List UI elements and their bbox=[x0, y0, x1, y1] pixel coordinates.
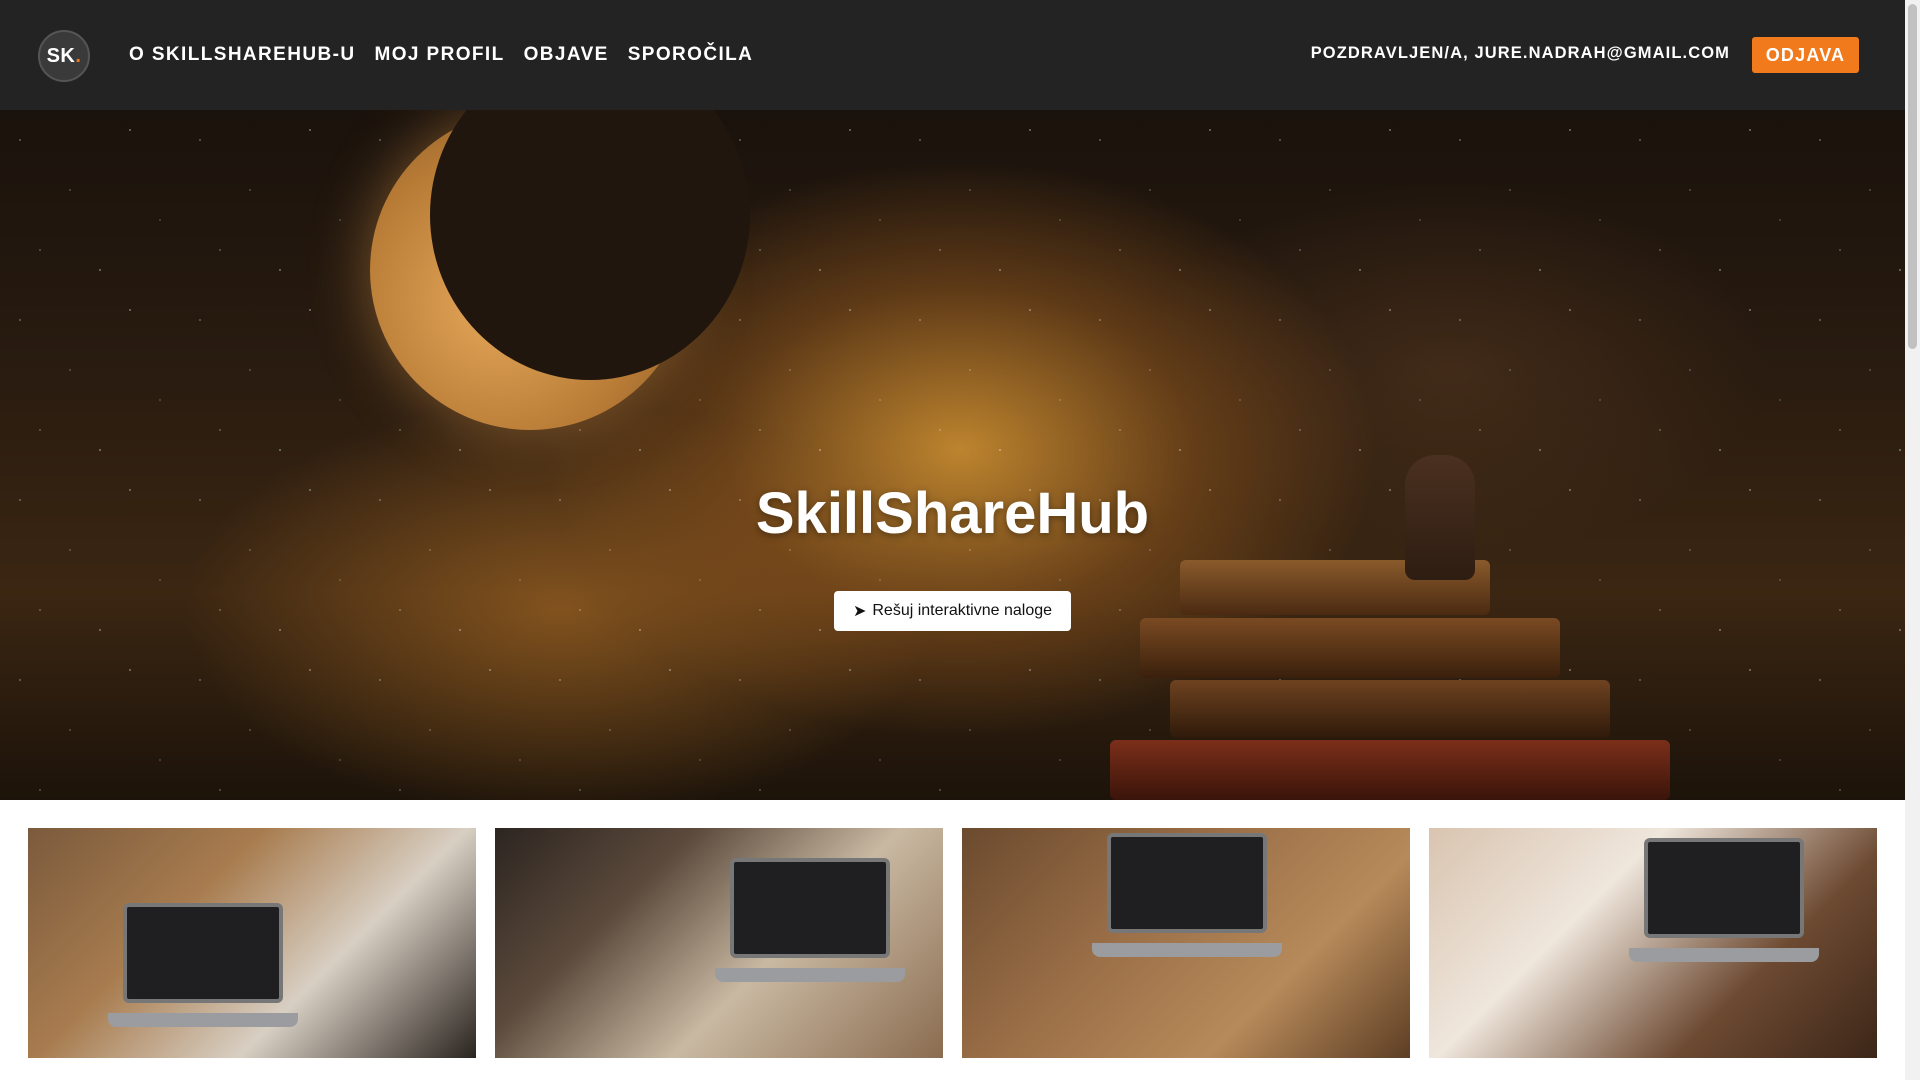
photo-gallery bbox=[28, 828, 1878, 1058]
logo-dot: . bbox=[75, 44, 82, 67]
arrow-right-icon: ➤ bbox=[852, 603, 867, 620]
hero-banner: SkillShareHub ➤ Rešuj interaktivne nalog… bbox=[0, 110, 1905, 800]
laptop-image bbox=[1644, 838, 1804, 938]
nav-link-about[interactable]: O SKILLSHAREHUB-U bbox=[129, 44, 355, 66]
gallery-photo-video-call bbox=[28, 828, 476, 1058]
interactive-tasks-button[interactable]: ➤ Rešuj interaktivne naloge bbox=[834, 591, 1071, 631]
gallery-photo-teacher-screen bbox=[1429, 828, 1877, 1058]
book-stack-image bbox=[1100, 560, 1700, 800]
logo-icon[interactable]: SK. bbox=[38, 30, 90, 82]
gallery-photo-desk-study bbox=[962, 828, 1410, 1058]
top-navbar: SK. O SKILLSHAREHUB-U MOJ PROFIL OBJAVE … bbox=[0, 0, 1905, 110]
gallery-photo-online-lesson bbox=[495, 828, 943, 1058]
nav-link-profile[interactable]: MOJ PROFIL bbox=[374, 44, 504, 66]
cta-label: Rešuj interaktivne naloge bbox=[872, 602, 1053, 619]
user-greeting: POZDRAVLJEN/A, JURE.NADRAH@GMAIL.COM bbox=[1310, 44, 1730, 62]
logo-text: SK bbox=[46, 44, 76, 67]
scrollbar-thumb[interactable] bbox=[1908, 4, 1917, 349]
laptop-image bbox=[730, 858, 890, 958]
logout-button[interactable]: ODJAVA bbox=[1752, 37, 1859, 73]
laptop-image bbox=[123, 903, 283, 1003]
nav-link-messages[interactable]: SPOROČILA bbox=[628, 44, 754, 66]
nav-link-posts[interactable]: OBJAVE bbox=[524, 44, 609, 66]
page-scrollbar[interactable] bbox=[1905, 0, 1920, 1080]
laptop-image bbox=[1107, 833, 1267, 933]
hero-title: SkillShareHub bbox=[755, 481, 1150, 546]
main-nav: O SKILLSHAREHUB-U MOJ PROFIL OBJAVE SPOR… bbox=[129, 0, 753, 110]
